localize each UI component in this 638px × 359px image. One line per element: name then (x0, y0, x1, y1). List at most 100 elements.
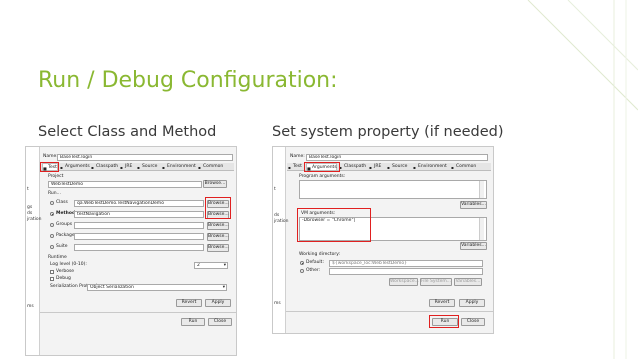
groups-input[interactable] (74, 222, 204, 229)
tab-test-label: Test (293, 164, 302, 169)
suite-browse-button[interactable]: Browse... (207, 244, 229, 252)
project-browse-button[interactable]: Browse... (203, 180, 227, 188)
arguments-tab-highlight (304, 162, 340, 172)
tab-jre-label: JRE (125, 164, 133, 169)
variables-button-2[interactable]: Variables... (460, 242, 487, 250)
suite-radio[interactable] (50, 245, 54, 249)
subtitle-right: Set system property (if needed) (272, 124, 504, 140)
revert-button[interactable]: Revert (429, 299, 455, 307)
left-side-label-5: ms (27, 304, 34, 309)
tab-source[interactable]: ▪ Source (137, 163, 165, 170)
suite-label: Suite (56, 244, 68, 249)
method-input[interactable]: testNavigation (74, 211, 204, 218)
close-button[interactable]: Close (208, 318, 232, 326)
common-tab-icon: ▪ (451, 165, 454, 170)
other-dir-input[interactable] (329, 268, 483, 275)
vm-args-scrollbar[interactable] (479, 218, 484, 240)
class-input[interactable]: qa.WebTestDemo.TestNavigationDemo (74, 200, 204, 207)
chevron-down-icon: ▾ (222, 285, 225, 290)
other-label: Other: (306, 268, 321, 273)
default-dir-input[interactable]: ${workspace_loc:WebTestDemo} (329, 260, 483, 267)
tab-environment-label: Environment (418, 164, 447, 169)
run-button-highlight (429, 315, 459, 328)
project-input[interactable]: WebTestDemo (48, 181, 202, 188)
apply-button[interactable]: Apply (205, 299, 231, 307)
program-args-textarea[interactable] (299, 180, 487, 199)
suite-input[interactable] (74, 244, 204, 251)
test-tab-highlight (40, 162, 59, 172)
chevron-down-icon: ▾ (223, 263, 226, 268)
tab-source-label: Source (142, 164, 158, 169)
verbose-label: Verbose (56, 269, 75, 274)
right-sidebar-edge: t ds jration ms (273, 147, 289, 333)
right-side-label-3: jration (274, 219, 289, 224)
subtitle-left: Select Class and Method (38, 124, 217, 140)
apply-button[interactable]: Apply (459, 299, 485, 307)
variables-button-3[interactable]: Variables... (454, 278, 482, 286)
tab-classpath[interactable]: ▪ Classpath (339, 163, 372, 170)
file-system-button[interactable]: File System... (420, 278, 452, 286)
groups-browse-button[interactable]: Browse... (207, 222, 229, 230)
run-button[interactable]: Run (181, 318, 205, 326)
left-sidebar-edge: t gs ds jration ms (26, 147, 42, 355)
other-radio[interactable] (300, 269, 304, 273)
test-tab-icon: ▪ (288, 165, 291, 170)
tab-classpath[interactable]: ▪ Classpath (91, 163, 123, 170)
package-input[interactable] (74, 233, 204, 240)
tab-environment[interactable]: ▪ Environment (162, 163, 201, 170)
tab-common-label: Common (456, 164, 477, 169)
tab-environment[interactable]: ▪ Environment (413, 163, 454, 170)
vm-args-highlight (297, 208, 371, 242)
serialization-value: Object Serialization (90, 285, 134, 290)
project-label: Project (48, 174, 64, 179)
left-side-label-1: t (27, 187, 29, 192)
method-label: Method (56, 211, 76, 216)
variables-button[interactable]: Variables... (460, 201, 487, 209)
close-button[interactable]: Close (461, 318, 485, 326)
tab-jre-label: JRE (374, 164, 382, 169)
verbose-checkbox[interactable] (50, 270, 54, 274)
environment-tab-icon: ▪ (413, 165, 416, 170)
class-radio[interactable] (50, 201, 54, 205)
right-side-label-4: ms (274, 301, 281, 306)
left-side-label-4: jration (27, 217, 42, 222)
run-group-label: Run... (48, 191, 61, 196)
tab-common[interactable]: ▪ Common (198, 163, 229, 170)
tab-classpath-label: Classpath (96, 164, 119, 169)
name-label: Name: (290, 154, 305, 159)
tab-environment-label: Environment (167, 164, 196, 169)
tab-source[interactable]: ▪ Source (387, 163, 416, 170)
jre-tab-icon: ▪ (369, 165, 372, 170)
default-radio[interactable] (300, 261, 304, 265)
tab-common[interactable]: ▪ Common (451, 163, 484, 170)
name-label: Name: (43, 154, 58, 159)
revert-button[interactable]: Revert (176, 299, 202, 307)
workspace-button[interactable]: Workspace... (389, 278, 419, 286)
right-side-label-1: t (274, 187, 276, 192)
program-args-scrollbar[interactable] (479, 181, 484, 198)
serialization-select[interactable]: Object Serialization ▾ (87, 284, 227, 291)
package-browse-button[interactable]: Browse... (207, 233, 229, 241)
log-level-label: Log level (0-10): (50, 262, 87, 267)
classpath-tab-icon: ▪ (91, 165, 94, 170)
right-separator (286, 311, 493, 312)
package-radio[interactable] (50, 234, 54, 238)
runtime-label: Runtime (48, 255, 67, 260)
common-tab-icon: ▪ (198, 165, 201, 170)
environment-tab-icon: ▪ (162, 165, 165, 170)
tab-arguments[interactable]: ▪ Arguments (60, 163, 94, 170)
log-level-select[interactable]: 2 ▾ (194, 262, 228, 269)
groups-radio[interactable] (50, 223, 54, 227)
tab-classpath-label: Classpath (344, 164, 367, 169)
left-tab-bar: ■ Test ▪ Arguments ▪ Classpath ▪ JRE ▪ Source… (41, 163, 234, 171)
jre-tab-icon: ▪ (120, 165, 123, 170)
name-input[interactable]: BaseTest.login (57, 154, 233, 161)
name-input[interactable]: BaseTest.login (306, 154, 488, 161)
left-dialog-screenshot: t gs ds jration ms Name: BaseTest.login … (25, 146, 237, 356)
debug-checkbox[interactable] (50, 277, 54, 281)
source-tab-icon: ▪ (137, 165, 140, 170)
groups-label: Groups (56, 222, 73, 227)
arguments-tab-icon: ▪ (60, 165, 63, 170)
package-label: Package (56, 233, 75, 238)
method-radio[interactable] (50, 212, 54, 216)
